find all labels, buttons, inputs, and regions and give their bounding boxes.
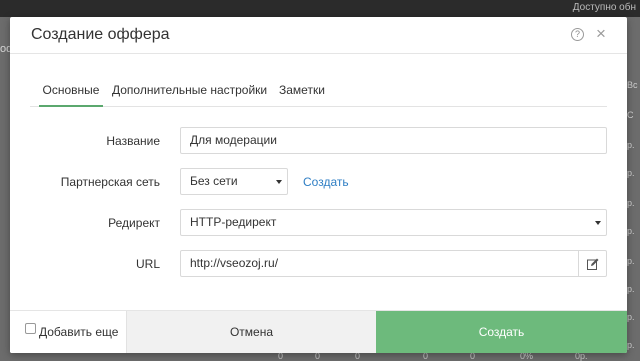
chevron-down-icon [276,180,282,184]
background-right-cell: Вс [627,80,638,90]
modal-footer: Добавить еще Отмена Создать [10,310,627,353]
background-right-cell: р. [627,340,635,350]
chevron-down-icon [595,221,601,225]
help-icon[interactable]: ? [571,28,584,41]
tab-extra-settings[interactable]: Дополнительные настройки [112,83,267,107]
background-right-cell: р. [627,226,635,236]
background-right-column: Вс Ср. р. р. р. р. р. р. р. [627,70,640,361]
url-edit-button[interactable] [578,250,607,277]
background-right-cell: С [627,110,634,120]
create-button[interactable]: Создать [376,311,627,353]
cancel-button[interactable]: Отмена [126,311,376,353]
close-icon[interactable]: × [596,25,606,42]
tab-notes[interactable]: Заметки [279,83,325,107]
background-right-cell: р. [627,198,635,208]
redirect-select-value: HTTP-редирект [190,215,277,229]
background-right-cell: р. [627,284,635,294]
network-select[interactable]: Без сети [180,168,288,195]
add-more-checkbox[interactable] [25,323,36,334]
background-right-cell: р. [627,312,635,322]
network-select-value: Без сети [190,174,238,188]
create-offer-modal: Создание оффера ? × Основные Дополнитель… [10,17,627,353]
network-label: Партнерская сеть [60,175,160,189]
background-available-text: Доступно обн [572,2,636,13]
redirect-label: Редирект [108,216,160,230]
edit-icon [587,258,599,270]
modal-title: Создание оффера [31,26,170,43]
background-right-cell: р. [627,140,635,150]
redirect-select[interactable]: HTTP-редирект [180,209,607,236]
name-label: Название [106,134,160,148]
url-input[interactable]: http://vseozoj.ru/ [180,250,579,277]
add-more-option: Добавить еще [10,311,126,353]
background-topbar: Доступно обн [0,0,640,17]
create-network-link[interactable]: Создать [303,175,349,189]
name-input[interactable]: Для модерации [180,127,607,154]
background-right-cell: р. [627,256,635,266]
background-right-cell: р. [627,168,635,178]
add-more-label: Добавить еще [39,325,119,339]
modal-header: Создание оффера ? × [10,17,627,54]
url-label: URL [135,257,160,271]
tab-main[interactable]: Основные [39,83,103,107]
tab-bar: Основные Дополнительные настройки Заметк… [30,75,607,107]
